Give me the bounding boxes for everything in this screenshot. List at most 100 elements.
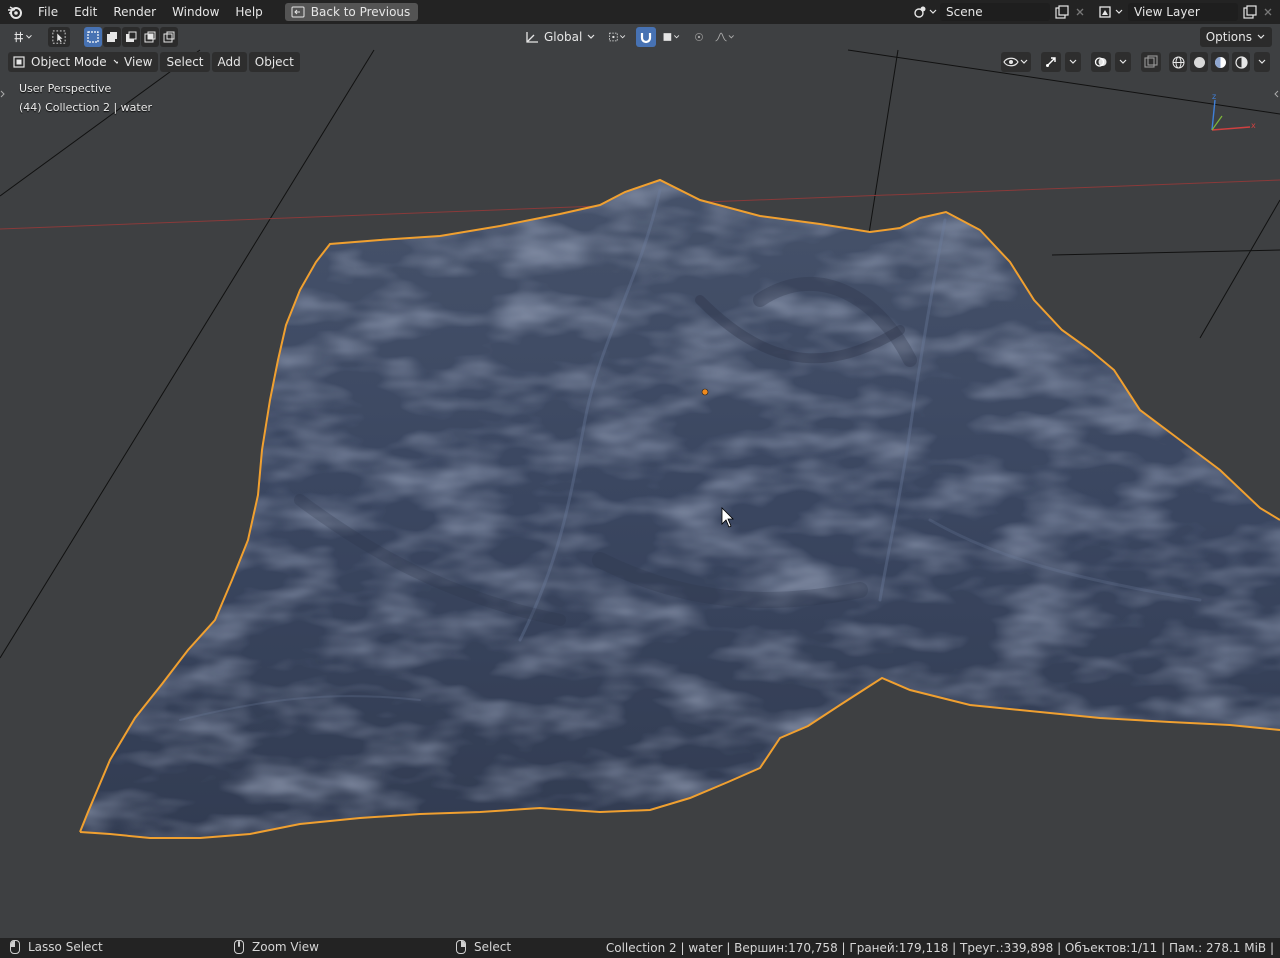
- overlays-toggle-button[interactable]: [1091, 52, 1111, 72]
- select-new-button[interactable]: [84, 27, 102, 47]
- mouse-left-icon: [10, 940, 20, 954]
- orientation-icon: [526, 32, 538, 43]
- selection-mode-group: [84, 27, 178, 47]
- wireframe-sphere-icon: [1172, 56, 1184, 68]
- transform-orientation-dropdown[interactable]: Global: [520, 27, 600, 47]
- top-bar: File Edit Render Window Help Back to Pre…: [0, 0, 1280, 24]
- xray-icon: [1144, 55, 1158, 68]
- wireframe-shading-button[interactable]: [1169, 52, 1187, 72]
- object-mode-label: Object Mode: [31, 55, 107, 69]
- status-hint-select-label: Select: [474, 940, 512, 954]
- 3d-viewport[interactable]: x z Global Options Object Mode View Sele…: [0, 24, 1280, 938]
- material-sphere-icon: [1214, 56, 1226, 68]
- menu-help[interactable]: Help: [227, 0, 270, 24]
- navigation-gizmo[interactable]: x z: [1211, 92, 1256, 131]
- select-new-icon: [87, 31, 99, 43]
- visibility-dropdown[interactable]: [1001, 52, 1031, 72]
- new-scene-button[interactable]: [1052, 3, 1072, 21]
- proportional-editing-toggle[interactable]: [690, 27, 708, 47]
- close-icon: [1264, 8, 1272, 16]
- view-layer-name-field[interactable]: View Layer: [1128, 3, 1238, 21]
- pivot-point-dropdown[interactable]: [604, 27, 632, 47]
- gizmo-toggle-button[interactable]: [1041, 52, 1061, 72]
- material-preview-shading-button[interactable]: [1211, 52, 1229, 72]
- object-mode-icon: [13, 56, 25, 68]
- object-mode-dropdown[interactable]: Object Mode: [8, 52, 126, 72]
- back-to-previous-label: Back to Previous: [310, 5, 411, 19]
- status-hint-zoom: Zoom View: [234, 940, 319, 954]
- duplicate-icon: [1055, 5, 1069, 19]
- close-icon: [1076, 8, 1084, 16]
- gizmo-dropdown[interactable]: [1065, 52, 1081, 72]
- viewport-shading-group: [1001, 52, 1272, 72]
- select-subtract-icon: [126, 31, 137, 42]
- eye-icon: [1003, 57, 1028, 67]
- select-intersect-button[interactable]: [160, 27, 178, 47]
- delete-scene-button[interactable]: [1072, 3, 1088, 21]
- menu-edit[interactable]: Edit: [66, 0, 105, 24]
- select-menu[interactable]: Select: [160, 52, 210, 72]
- duplicate-icon: [1243, 5, 1257, 19]
- gizmo-x-label: x: [1251, 121, 1256, 130]
- active-tool-button[interactable]: [48, 27, 70, 47]
- shading-dropdown[interactable]: [1254, 52, 1270, 72]
- status-bar: Lasso Select Zoom View Select Collection…: [0, 938, 1280, 958]
- select-cursor-icon: [52, 30, 66, 44]
- chevron-down-icon: [1119, 59, 1127, 64]
- status-hint-select: Select: [456, 940, 511, 954]
- menu-file[interactable]: File: [30, 0, 66, 24]
- back-to-previous-button[interactable]: Back to Previous: [284, 3, 419, 21]
- view-menu[interactable]: View: [118, 52, 159, 72]
- view-layer-icon: [1099, 6, 1123, 18]
- mouse-right-icon: [456, 940, 466, 954]
- snap-target-dropdown[interactable]: [658, 27, 686, 47]
- proportional-editing-icon: [695, 33, 703, 41]
- delete-view-layer-button[interactable]: [1260, 3, 1276, 21]
- proportional-falloff-dropdown[interactable]: [710, 27, 740, 47]
- grid-editor-icon: [14, 31, 32, 43]
- new-view-layer-button[interactable]: [1240, 3, 1260, 21]
- chevron-right-icon: [0, 90, 5, 98]
- viewport-collection-label: (44) Collection 2 | water: [19, 101, 153, 114]
- sidebar-expand-arrow[interactable]: [1272, 86, 1280, 102]
- viewport-scene: x z: [0, 49, 1280, 839]
- toolbar-expand-arrow[interactable]: [0, 86, 6, 102]
- xray-toggle-button[interactable]: [1141, 52, 1161, 72]
- options-label: Options: [1205, 30, 1252, 44]
- view-layer-browse-button[interactable]: [1094, 3, 1128, 21]
- chevron-left-icon: [1274, 90, 1279, 98]
- gizmo-icon: [1046, 57, 1056, 67]
- snap-increment-icon: [663, 33, 680, 41]
- overlays-icon: [1094, 57, 1107, 67]
- select-subtract-button[interactable]: [122, 27, 140, 47]
- solid-shading-button[interactable]: [1190, 52, 1208, 72]
- object-menu[interactable]: Object: [248, 52, 300, 72]
- select-intersect-icon: [163, 31, 175, 43]
- rendered-shading-button[interactable]: [1232, 52, 1250, 72]
- water-mesh[interactable]: [79, 178, 1280, 839]
- chevron-down-icon: [1069, 59, 1077, 64]
- select-difference-button[interactable]: [141, 27, 159, 47]
- options-dropdown[interactable]: Options: [1199, 27, 1272, 47]
- scene-browse-button[interactable]: [910, 3, 940, 21]
- gizmo-z-label: z: [1212, 92, 1216, 101]
- add-menu[interactable]: Add: [211, 52, 247, 72]
- menu-render[interactable]: Render: [105, 0, 164, 24]
- select-difference-icon: [144, 31, 156, 43]
- editor-type-button[interactable]: [8, 27, 38, 47]
- rendered-sphere-icon: [1234, 55, 1248, 69]
- falloff-curve-icon: [715, 32, 734, 42]
- menu-window[interactable]: Window: [164, 0, 227, 24]
- mouse-middle-icon: [234, 940, 244, 954]
- view-header: Object Mode View Select Add Object: [0, 50, 1280, 74]
- snap-toggle-button[interactable]: [636, 27, 656, 47]
- select-extend-button[interactable]: [103, 27, 121, 47]
- magnet-icon: [640, 33, 652, 44]
- overlays-dropdown[interactable]: [1115, 52, 1131, 72]
- scene-name-field[interactable]: Scene: [940, 3, 1050, 21]
- chevron-down-icon: [1258, 59, 1266, 64]
- pivot-icon: [609, 32, 626, 42]
- chevron-down-icon: [1257, 34, 1265, 39]
- transform-orientation-label: Global: [544, 30, 583, 44]
- blender-logo-icon[interactable]: [0, 0, 30, 24]
